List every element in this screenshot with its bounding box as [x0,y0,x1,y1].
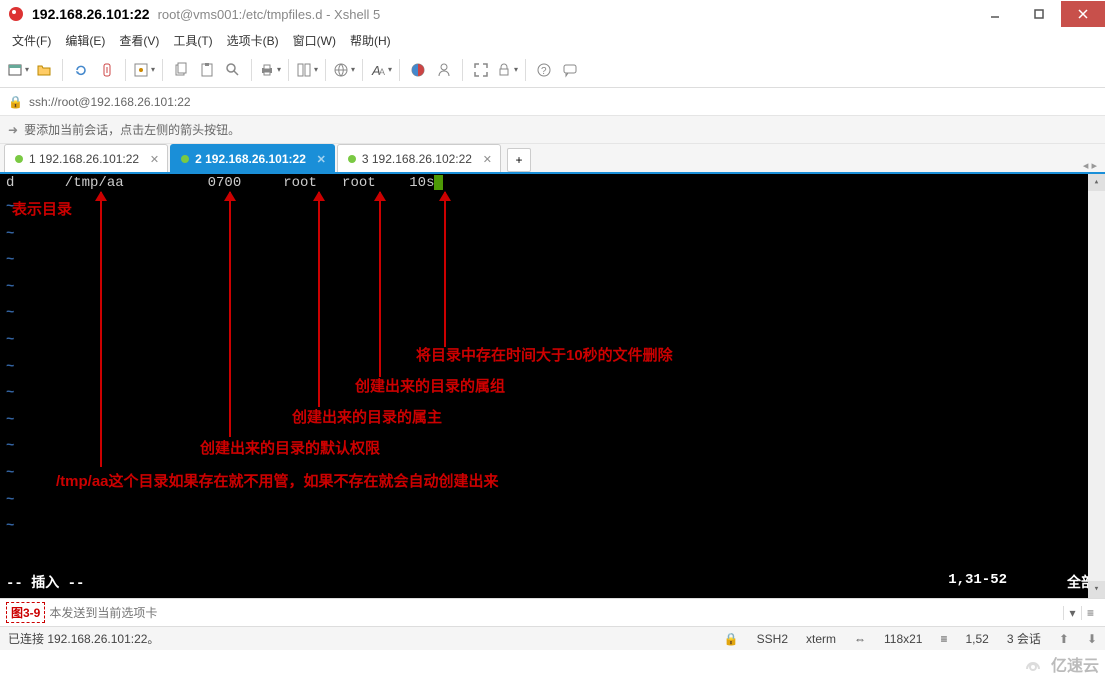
status-dot-icon [348,155,356,163]
tab-label: 1 192.168.26.101:22 [29,152,139,166]
reconnect-button[interactable] [69,58,93,82]
terminal-status: -- 插入 -- 1,31-52 全部 [6,572,1095,592]
hint-text: 要添加当前会话，点击左侧的箭头按钮。 [24,121,240,138]
arrow-icon [444,192,446,347]
close-button[interactable] [1061,1,1105,27]
annotation-type: 表示目录 [12,198,72,219]
arrow-icon [379,192,381,377]
annotation-group: 创建出来的目录的属组 [355,375,505,396]
scrollbar[interactable]: ▴ ▾ [1088,174,1105,598]
terminal-content: d /tmp/aa 0700 root root 10s [0,174,1105,193]
layout-button[interactable] [295,58,319,82]
disconnect-button[interactable] [95,58,119,82]
svg-text:A: A [379,67,385,77]
compose-bar: 图3-9 ▾ ≡ [0,598,1105,626]
fullscreen-button[interactable] [469,58,493,82]
find-button[interactable] [221,58,245,82]
color-button[interactable] [406,58,430,82]
app-icon [8,6,24,22]
menu-tab[interactable]: 选项卡(B) [227,32,279,49]
chat-button[interactable] [558,58,582,82]
annotation-owner: 创建出来的目录的属主 [292,406,442,427]
maximize-button[interactable] [1017,1,1061,27]
lock-button[interactable] [495,58,519,82]
tab-add-button[interactable]: + [507,148,531,172]
compose-input[interactable] [49,606,1063,620]
lock-icon: 🔒 [724,632,739,646]
arrow-icon [229,192,231,437]
terminal-tildes: ~ ~ ~ ~ ~ ~ ~ ~ ~ ~ ~ ~ ~ [6,194,14,540]
copy-button[interactable] [169,58,193,82]
session-up-icon[interactable]: ⬆ [1059,632,1069,646]
arrow-icon [318,192,320,407]
tab-3[interactable]: 3 192.168.26.102:22 ✕ [337,144,501,172]
rows-icon: ≡ [940,632,947,646]
scroll-up-button[interactable]: ▴ [1088,174,1105,191]
print-button[interactable] [258,58,282,82]
menu-edit[interactable]: 编辑(E) [65,32,105,49]
menu-view[interactable]: 查看(V) [119,32,159,49]
status-rows: 1,52 [966,632,989,646]
hint-bar: ➜ 要添加当前会话，点击左侧的箭头按钮。 [0,116,1105,144]
address-bar: 🔒 ssh://root@192.168.26.101:22 [0,88,1105,116]
status-bar: 已连接 192.168.26.101:22。 🔒 SSH2 xterm ⇔ 11… [0,626,1105,650]
annotation-path: /tmp/aa这个目录如果存在就不用管，如果不存在就会自动创建出来 [56,470,499,491]
toolbar: AA ? [0,52,1105,88]
vim-position: 1,31-52 [948,572,1007,592]
tab-2[interactable]: 2 192.168.26.101:22 ✕ [170,144,335,172]
menu-window[interactable]: 窗口(W) [293,32,336,49]
compose-menu[interactable]: ≡ [1081,606,1099,620]
tab-1[interactable]: 1 192.168.26.101:22 ✕ [4,144,168,172]
minimize-button[interactable] [973,1,1017,27]
title-sub: root@vms001:/etc/tmpfiles.d - Xshell 5 [158,7,381,22]
status-dot-icon [15,155,23,163]
lock-icon: 🔒 [8,95,23,109]
properties-button[interactable] [132,58,156,82]
menu-bar: 文件(F) 编辑(E) 查看(V) 工具(T) 选项卡(B) 窗口(W) 帮助(… [0,28,1105,52]
tab-close-icon[interactable]: ✕ [317,153,326,166]
status-sessions: 3 会话 [1007,630,1041,647]
status-connection: 已连接 192.168.26.101:22。 [8,630,706,647]
menu-help[interactable]: 帮助(H) [350,32,391,49]
status-ssh: SSH2 [757,632,788,646]
tab-nav[interactable]: ◂ ▸ [1083,159,1097,172]
cursor [434,175,443,190]
terminal[interactable]: d /tmp/aa 0700 root root 10s ~ ~ ~ ~ ~ ~… [0,174,1105,598]
window-controls [973,1,1105,27]
tab-close-icon[interactable]: ✕ [150,153,159,166]
compose-dropdown[interactable]: ▾ [1063,606,1081,620]
encoding-button[interactable] [332,58,356,82]
size-icon: ⇔ [854,632,866,646]
menu-file[interactable]: 文件(F) [12,32,51,49]
scrollbar-track[interactable] [1088,191,1105,581]
font-button[interactable]: AA [369,58,393,82]
hint-arrow-icon[interactable]: ➜ [8,123,18,137]
title-main: 192.168.26.101:22 [32,6,150,22]
paste-button[interactable] [195,58,219,82]
status-term: xterm [806,632,836,646]
menu-tools[interactable]: 工具(T) [173,32,212,49]
tab-label: 2 192.168.26.101:22 [195,152,306,166]
svg-text:?: ? [541,66,547,77]
tab-close-icon[interactable]: ✕ [483,153,492,166]
address-url[interactable]: ssh://root@192.168.26.101:22 [29,95,1097,109]
tab-bar: 1 192.168.26.101:22 ✕ 2 192.168.26.101:2… [0,144,1105,174]
vim-mode: -- 插入 -- [6,572,84,592]
arrow-icon [100,192,102,467]
status-dot-icon [181,155,189,163]
open-button[interactable] [32,58,56,82]
tab-label: 3 192.168.26.102:22 [362,152,472,166]
new-session-button[interactable] [6,58,30,82]
help-button[interactable]: ? [532,58,556,82]
user-button[interactable] [432,58,456,82]
annotation-age: 将目录中存在时间大于10秒的文件删除 [416,344,673,365]
watermark: 亿速云 [1019,652,1099,676]
annotation-mode: 创建出来的目录的默认权限 [200,437,380,458]
session-down-icon[interactable]: ⬇ [1087,632,1097,646]
title-bar: 192.168.26.101:22 root@vms001:/etc/tmpfi… [0,0,1105,28]
figure-label: 图3-9 [6,602,45,623]
status-size: 118x21 [884,632,922,646]
scroll-down-button[interactable]: ▾ [1088,581,1105,598]
